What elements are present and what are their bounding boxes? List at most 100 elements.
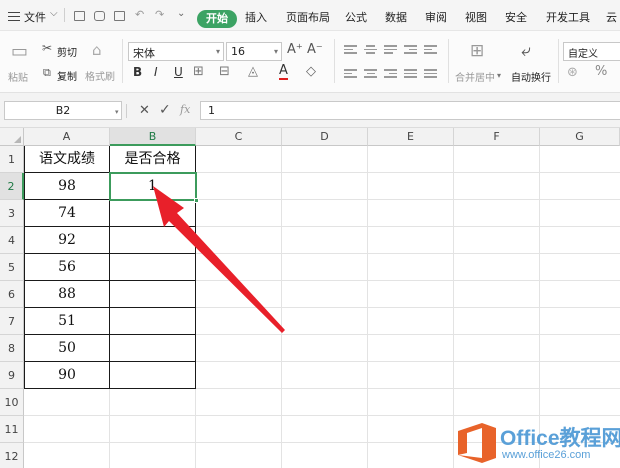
wrap-text-icon[interactable]: ⤶ (521, 41, 531, 61)
bold-button[interactable]: B (133, 65, 142, 79)
cell-a9[interactable]: 90 (25, 362, 110, 389)
underline-button[interactable]: U (174, 65, 183, 79)
cell-a2[interactable]: 98 (25, 173, 110, 200)
clear-format-icon[interactable]: ◇ (306, 64, 316, 79)
borders-icon[interactable]: ⊞ (193, 64, 204, 79)
chevron-down-icon[interactable]: ▾ (497, 71, 501, 80)
row-header-4[interactable]: 4 (0, 227, 24, 254)
undo-icon[interactable]: ↶ (135, 8, 144, 21)
font-size-select[interactable]: 16 ▾ (226, 42, 282, 61)
shrink-font-button[interactable]: A⁻ (307, 42, 323, 57)
tab-view[interactable]: 视图 (465, 9, 487, 25)
copy-icon[interactable]: ⧉ (43, 66, 51, 80)
font-name-select[interactable]: 宋体 ▾ (128, 42, 224, 61)
tab-cloud[interactable]: 云 (606, 9, 617, 25)
cell-a3[interactable]: 74 (25, 200, 110, 227)
copy-button[interactable]: 复制 (57, 68, 77, 83)
cell-a8[interactable]: 50 (25, 335, 110, 362)
number-format-select[interactable]: 自定义 (563, 42, 620, 61)
menu-bar: 文件 ⌵ ↶ ↷ ⌄ 开始 插入 页面布局 公式 数据 审阅 视图 安全 开发工… (0, 0, 620, 31)
percent-button[interactable]: % (595, 64, 607, 79)
function-icon[interactable]: fx (180, 103, 190, 116)
align-center-icon[interactable] (364, 69, 377, 80)
select-all-corner[interactable] (0, 128, 24, 146)
distributed-icon[interactable] (424, 69, 437, 80)
align-right-icon[interactable] (384, 69, 397, 80)
divider (64, 8, 65, 22)
tab-start[interactable]: 开始 (197, 10, 237, 28)
paste-button[interactable]: 粘贴 (8, 69, 28, 84)
cell-a4[interactable]: 92 (25, 227, 110, 254)
merge-center-icon[interactable]: ⊞ (470, 41, 484, 61)
formula-input[interactable]: 1 (200, 101, 620, 120)
tab-page-layout[interactable]: 页面布局 (286, 9, 330, 25)
hamburger-menu-icon[interactable] (8, 12, 20, 21)
row-header-6[interactable]: 6 (0, 281, 24, 308)
tab-review[interactable]: 审阅 (425, 9, 447, 25)
cut-button[interactable]: 剪切 (57, 44, 77, 59)
cell-style-icon[interactable]: ⊟ (219, 64, 230, 79)
redo-icon[interactable]: ↷ (155, 8, 164, 21)
divider (448, 39, 449, 83)
column-header-b[interactable]: B (110, 128, 196, 146)
cell-b9[interactable] (110, 362, 196, 389)
italic-button[interactable]: I (154, 65, 158, 79)
column-header-e[interactable]: E (368, 128, 454, 146)
row-header-8[interactable]: 8 (0, 335, 24, 362)
office-logo-icon (458, 423, 496, 463)
cell-a5[interactable]: 56 (25, 254, 110, 281)
row-header-10[interactable]: 10 (0, 389, 24, 416)
row-header-7[interactable]: 7 (0, 308, 24, 335)
tab-formulas[interactable]: 公式 (345, 9, 367, 25)
tab-developer[interactable]: 开发工具 (546, 9, 590, 25)
indent-icon[interactable] (404, 45, 417, 56)
font-color-button[interactable]: A (279, 64, 288, 80)
align-top-icon[interactable] (344, 45, 357, 56)
print-preview-icon[interactable] (114, 11, 125, 21)
cell-a7[interactable]: 51 (25, 308, 110, 335)
column-header-d[interactable]: D (282, 128, 368, 146)
column-header-f[interactable]: F (454, 128, 540, 146)
column-header-a[interactable]: A (24, 128, 110, 146)
merge-center-button[interactable]: 合并居中 (455, 69, 495, 84)
scissors-icon[interactable]: ✂ (42, 41, 52, 55)
cancel-icon[interactable]: ✕ (139, 103, 150, 118)
row-header-3[interactable]: 3 (0, 200, 24, 227)
row-header-12[interactable]: 12 (0, 443, 24, 468)
format-painter-icon[interactable]: ⌂ (92, 41, 102, 59)
fill-color-icon[interactable]: ◬ (248, 64, 258, 79)
wrap-text-button[interactable]: 自动换行 (511, 69, 551, 84)
align-left-icon[interactable] (344, 69, 357, 80)
cell-a1[interactable]: 语文成绩 (25, 146, 110, 173)
cell-b1[interactable]: 是否合格 (110, 146, 196, 173)
tab-security[interactable]: 安全 (505, 9, 527, 25)
confirm-icon[interactable]: ✓ (159, 102, 171, 118)
chevron-down-icon[interactable]: ▾ (115, 108, 119, 116)
column-header-c[interactable]: C (196, 128, 282, 146)
row-header-9[interactable]: 9 (0, 362, 24, 389)
grow-font-button[interactable]: A⁺ (287, 42, 303, 57)
name-box[interactable]: B2 (4, 101, 122, 120)
cell-a6[interactable]: 88 (25, 281, 110, 308)
row-header-1[interactable]: 1 (0, 146, 24, 173)
align-middle-icon[interactable] (364, 45, 377, 56)
column-header-g[interactable]: G (540, 128, 620, 146)
chevron-down-icon[interactable]: ⌵ (50, 8, 58, 19)
watermark-brand: Office教程网 (500, 427, 620, 450)
currency-icon[interactable]: ⊛ (567, 65, 578, 80)
align-bottom-icon[interactable] (384, 45, 397, 56)
save-icon[interactable] (74, 11, 85, 21)
row-header-5[interactable]: 5 (0, 254, 24, 281)
file-menu[interactable]: 文件 (24, 9, 46, 25)
quick-access-dropdown-icon[interactable]: ⌄ (177, 8, 185, 19)
justify-icon[interactable] (404, 69, 417, 80)
row-header-2[interactable]: 2 (0, 173, 24, 200)
print-icon[interactable] (94, 11, 105, 21)
format-painter-button[interactable]: 格式刷 (85, 68, 115, 83)
paste-icon[interactable]: ▭ (11, 41, 28, 62)
tab-insert[interactable]: 插入 (245, 9, 267, 25)
row-header-11[interactable]: 11 (0, 416, 24, 443)
tab-data[interactable]: 数据 (385, 9, 407, 25)
cell-b8[interactable] (110, 335, 196, 362)
outdent-icon[interactable] (424, 45, 437, 56)
